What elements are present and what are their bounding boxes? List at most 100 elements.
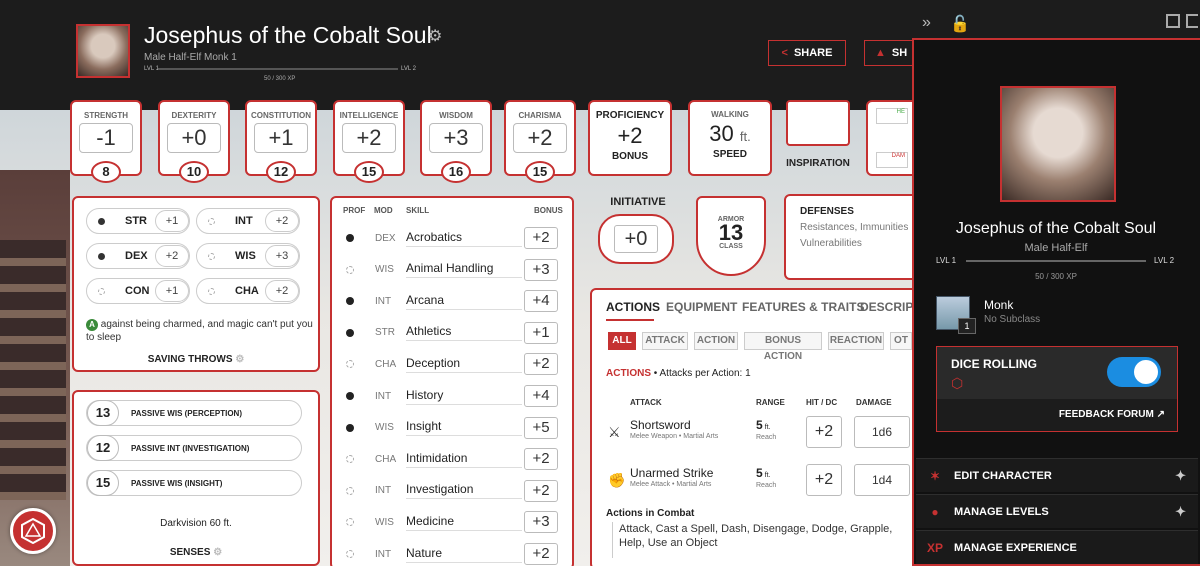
skill-history[interactable]: INT History +4 [340, 381, 560, 411]
save-con[interactable]: CON +1 [86, 278, 190, 304]
share-button[interactable]: < SHARE [768, 40, 846, 66]
experience-icon: XP [926, 540, 943, 555]
skill-investigation[interactable]: INT Investigation +2 [340, 476, 560, 506]
ability-label: INTELLIGENCE [339, 111, 399, 120]
d20-icon: ⬡ [951, 375, 964, 391]
menu-manage-levels[interactable]: ● MANAGE LEVELS ✦ [916, 494, 1198, 528]
save-ability: WIS [235, 250, 256, 262]
filter-chip-reaction[interactable]: REACTION [828, 332, 884, 350]
attack-row[interactable]: ✊ Unarmed Strike Melee Attack • Martial Ar… [604, 462, 910, 500]
initiative-box[interactable]: +0 [598, 214, 674, 264]
dice-rolling-toggle[interactable] [1107, 357, 1161, 387]
skill-name: Athletics [406, 324, 522, 342]
skills-header-skill: SKILL [406, 206, 430, 215]
attack-hit-button[interactable]: +2 [806, 416, 842, 448]
skill-acrobatics[interactable]: DEX Acrobatics +2 [340, 223, 560, 253]
skill-bonus: +4 [524, 385, 558, 407]
skill-animal-handling[interactable]: WIS Animal Handling +3 [340, 255, 560, 285]
gear-icon[interactable]: ⚙ [235, 354, 244, 365]
proficiency-dot [208, 252, 215, 260]
ability-constitution[interactable]: CONSTITUTION +1 12 [245, 100, 317, 183]
attack-hit-button[interactable]: +2 [806, 464, 842, 496]
skill-name: Medicine [406, 514, 522, 531]
skill-mod: INT [375, 548, 392, 560]
skill-name: Arcana [406, 293, 522, 310]
filter-chip-attack[interactable]: ATTACK [642, 332, 688, 350]
damage-button[interactable]: DAM [876, 152, 908, 168]
ability-strength[interactable]: STRENGTH -1 8 [70, 100, 142, 183]
character-subtitle: Male Half-Elf Monk 1 [144, 52, 237, 63]
passive-sense[interactable]: 15 PASSIVE WIS (INSIGHT) [86, 470, 302, 496]
sidebar-toggle-icon[interactable] [1186, 14, 1198, 28]
skill-insight[interactable]: WIS Insight +5 [340, 413, 560, 443]
save-value: +2 [265, 210, 299, 232]
passive-sense[interactable]: 13 PASSIVE WIS (PERCEPTION) [86, 400, 302, 426]
sidebar-portrait [1000, 86, 1116, 202]
advantage-icon: A [86, 319, 98, 331]
character-portrait[interactable] [76, 24, 130, 78]
inspiration-box[interactable] [786, 100, 850, 146]
menu-manage-experience[interactable]: XP MANAGE EXPERIENCE [916, 530, 1198, 564]
attack-reach: Reach [756, 482, 777, 489]
sidebar-lvl-right: LVL 2 [1154, 256, 1175, 265]
save-str[interactable]: STR +1 [86, 208, 190, 234]
skill-nature[interactable]: INT Nature +2 [340, 539, 560, 566]
fast-forward-icon[interactable]: » [922, 14, 931, 32]
unlock-icon[interactable]: 🔓 [950, 14, 970, 34]
save-int[interactable]: INT +2 [196, 208, 300, 234]
skill-athletics[interactable]: STR Athletics +1 [340, 318, 560, 348]
ability-charisma[interactable]: CHARISMA +2 15 [504, 100, 576, 183]
skill-deception[interactable]: CHA Deception +2 [340, 349, 560, 379]
tab-actions[interactable]: ACTIONS [606, 300, 660, 314]
sidebar-lvl-left: LVL 1 [936, 256, 957, 265]
ability-dexterity[interactable]: DEXTERITY +0 10 [158, 100, 230, 183]
save-ability: CON [125, 285, 150, 297]
dice-rolling-label: DICE ROLLING [951, 357, 1037, 371]
passive-label: PASSIVE WIS (INSIGHT) [131, 478, 223, 488]
hit-points-box: HE DAM [866, 100, 918, 176]
level-left: LVL 1 [144, 66, 160, 72]
attack-sub: Melee Weapon • Martial Arts [630, 433, 719, 440]
save-value: +1 [155, 280, 189, 302]
skill-arcana[interactable]: INT Arcana +4 [340, 286, 560, 316]
feedback-forum-link[interactable]: FEEDBACK FORUM ↗ [1059, 409, 1165, 420]
attack-range: 5 ft. [756, 418, 771, 432]
filter-chip-all[interactable]: ALL [608, 332, 636, 350]
save-wis[interactable]: WIS +3 [196, 243, 300, 269]
tab-equipment[interactable]: EQUIPMENT [666, 300, 737, 314]
defenses-panel[interactable]: DEFENSES Resistances, Immunities Vulnera… [784, 194, 924, 280]
proficiency-dot [346, 234, 354, 242]
save-cha[interactable]: CHA +2 [196, 278, 300, 304]
walking-label: WALKING [711, 110, 749, 119]
menu-edit-character[interactable]: ✶ EDIT CHARACTER ✦ [916, 458, 1198, 492]
ability-intelligence[interactable]: INTELLIGENCE +2 15 [333, 100, 405, 183]
filter-chip-ot[interactable]: OT [890, 332, 912, 350]
filter-chip-bonus-action[interactable]: BONUS ACTION [744, 332, 822, 362]
skill-medicine[interactable]: WIS Medicine +3 [340, 507, 560, 537]
attack-range: 5 ft. [756, 466, 771, 480]
attack-row[interactable]: ⚔ Shortsword Melee Weapon • Martial Arts 5 f… [604, 414, 910, 452]
proficiency-dot [346, 486, 354, 495]
skills-header-prof: PROF [343, 206, 366, 215]
layout-icon[interactable] [1166, 14, 1180, 28]
skill-name: Nature [406, 546, 522, 563]
ability-wisdom[interactable]: WISDOM +3 16 [420, 100, 492, 183]
skill-intimidation[interactable]: CHA Intimidation +2 [340, 444, 560, 474]
save-dex[interactable]: DEX +2 [86, 243, 190, 269]
actions-heading: ACTIONS • Attacks per Action: 1 [606, 368, 751, 379]
gear-icon[interactable]: ⚙ [428, 26, 442, 46]
skills-header-bonus: BONUS [534, 206, 563, 215]
attack-damage-button[interactable]: 1d6 [854, 416, 910, 448]
attack-name: Unarmed Strike [630, 466, 714, 480]
heal-button[interactable]: HE [876, 108, 908, 124]
passive-sense[interactable]: 12 PASSIVE INT (INVESTIGATION) [86, 435, 302, 461]
tab-features[interactable]: FEATURES & TRAITS [742, 300, 864, 314]
proficiency-dot [346, 518, 354, 527]
attack-damage-button[interactable]: 1d4 [854, 464, 910, 496]
col-range: RANGE [756, 398, 785, 407]
proficiency-sub: BONUS [611, 151, 649, 162]
skill-bonus: +1 [524, 321, 558, 344]
dice-roller-button[interactable] [10, 508, 56, 554]
gear-icon[interactable]: ⚙ [213, 547, 222, 558]
filter-chip-action[interactable]: ACTION [694, 332, 738, 350]
